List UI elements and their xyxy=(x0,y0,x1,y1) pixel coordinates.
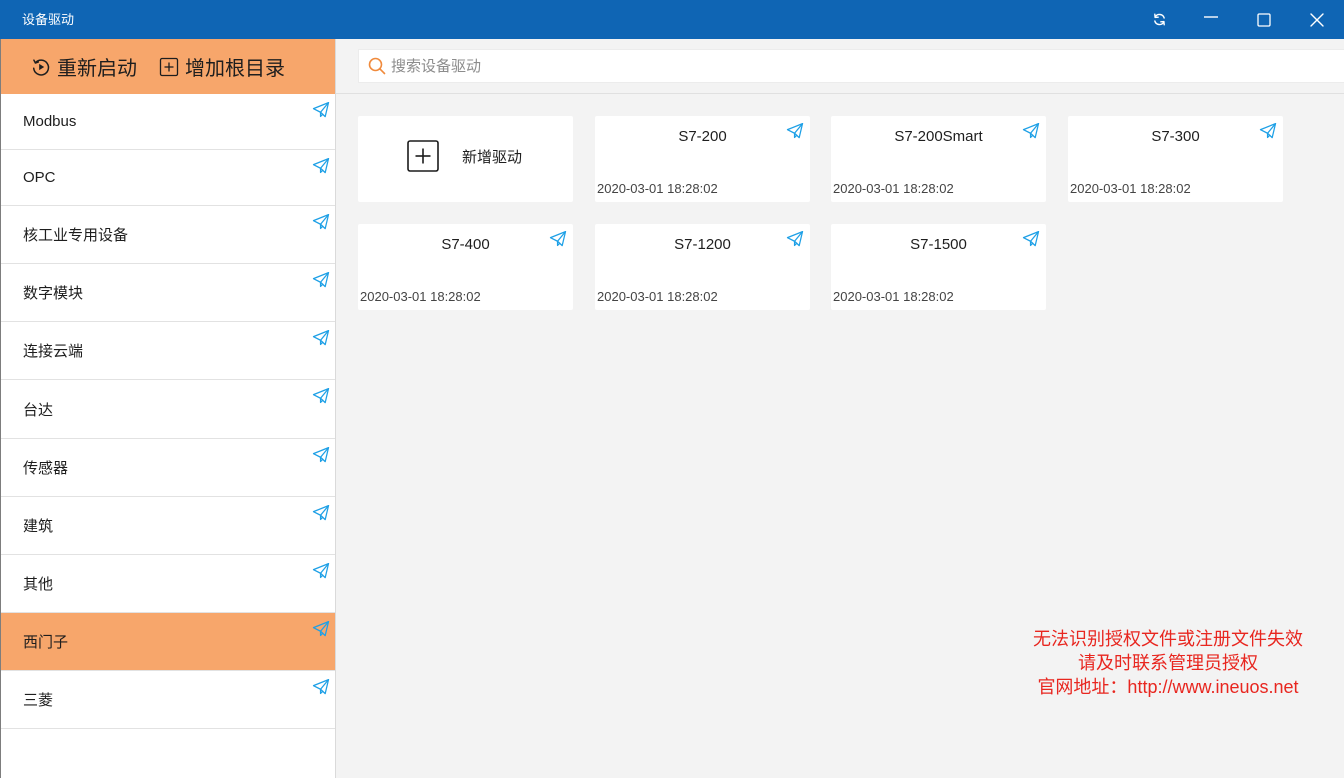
sidebar-item-delta[interactable]: 台达 xyxy=(1,380,335,439)
driver-date: 2020-03-01 18:28:02 xyxy=(360,289,481,304)
driver-name: S7-200 xyxy=(678,128,727,145)
paper-plane-icon[interactable] xyxy=(312,504,330,522)
sidebar-item-label: 其他 xyxy=(23,576,54,593)
driver-date: 2020-03-01 18:28:02 xyxy=(597,289,718,304)
sidebar-item-mitsubishi[interactable]: 三菱 xyxy=(1,671,335,729)
driver-date: 2020-03-01 18:28:02 xyxy=(833,181,954,196)
minimize-button[interactable] xyxy=(1191,0,1231,39)
paper-plane-icon[interactable] xyxy=(312,678,330,696)
paper-plane-icon[interactable] xyxy=(312,562,330,580)
add-driver-card[interactable]: 新增驱动 xyxy=(358,116,573,202)
sidebar-item-other[interactable]: 其他 xyxy=(1,555,335,613)
sidebar-item-nuclear-industry-equipment[interactable]: 核工业专用设备 xyxy=(1,206,335,264)
driver-card-s7-400[interactable]: S7-400 2020-03-01 18:28:02 xyxy=(358,224,573,310)
sidebar-item-label: 台达 xyxy=(23,401,54,419)
sidebar-item-opc[interactable]: OPC xyxy=(1,150,335,206)
sidebar-item-modbus[interactable]: Modbus xyxy=(1,94,335,150)
paper-plane-icon[interactable] xyxy=(786,230,804,248)
paper-plane-icon[interactable] xyxy=(312,101,330,119)
paper-plane-icon[interactable] xyxy=(312,446,330,464)
refresh-icon xyxy=(1153,13,1165,26)
add-root-directory-button[interactable]: 增加根目录 xyxy=(159,39,285,94)
paper-plane-icon[interactable] xyxy=(1022,230,1040,248)
restart-label: 重新启动 xyxy=(57,58,137,80)
sidebar: 重新启动 增加根目录 Modbus OPC 核工业专用设备 数字模块 连接云端 … xyxy=(0,39,336,778)
maximize-icon xyxy=(1257,12,1271,27)
add-square-icon xyxy=(159,57,179,76)
driver-card-s7-1200[interactable]: S7-1200 2020-03-01 18:28:02 xyxy=(595,224,810,310)
add-root-label: 增加根目录 xyxy=(185,58,285,80)
driver-name: S7-1500 xyxy=(910,236,967,253)
sidebar-item-label: 传感器 xyxy=(23,460,69,477)
sidebar-item-sensor[interactable]: 传感器 xyxy=(1,439,335,497)
minimize-icon xyxy=(1204,15,1218,18)
paper-plane-icon[interactable] xyxy=(1022,122,1040,140)
driver-card-s7-300[interactable]: S7-300 2020-03-01 18:28:02 xyxy=(1068,116,1283,202)
paper-plane-icon[interactable] xyxy=(312,157,330,175)
paper-plane-icon[interactable] xyxy=(312,271,330,289)
license-notice: 无法识别授权文件或注册文件失效 请及时联系管理员授权 官网地址：http://w… xyxy=(1000,627,1336,699)
main-panel: 新增驱动 S7-200 2020-03-01 18:28:02 S7-200Sm… xyxy=(336,39,1344,778)
maximize-button[interactable] xyxy=(1244,0,1284,39)
driver-card-s7-200smart[interactable]: S7-200Smart 2020-03-01 18:28:02 xyxy=(831,116,1046,202)
sidebar-item-label: 数字模块 xyxy=(23,285,84,302)
driver-name: S7-1200 xyxy=(674,236,731,253)
paper-plane-icon[interactable] xyxy=(312,620,330,638)
paper-plane-icon[interactable] xyxy=(1259,122,1277,140)
sidebar-item-siemens[interactable]: 西门子 xyxy=(1,613,335,671)
category-list: Modbus OPC 核工业专用设备 数字模块 连接云端 台达 传感器 建筑 其… xyxy=(1,94,335,729)
search-input[interactable] xyxy=(391,51,1291,81)
search-box[interactable] xyxy=(358,49,1344,83)
add-square-icon xyxy=(407,140,439,172)
driver-date: 2020-03-01 18:28:02 xyxy=(1070,181,1191,196)
sidebar-item-building[interactable]: 建筑 xyxy=(1,497,335,555)
close-button[interactable] xyxy=(1297,0,1337,39)
sidebar-item-cloud-connect[interactable]: 连接云端 xyxy=(1,322,335,380)
search-bar xyxy=(336,39,1344,94)
driver-card-s7-1500[interactable]: S7-1500 2020-03-01 18:28:02 xyxy=(831,224,1046,310)
close-icon xyxy=(1310,12,1324,27)
paper-plane-icon[interactable] xyxy=(312,387,330,405)
paper-plane-icon[interactable] xyxy=(549,230,567,248)
driver-date: 2020-03-01 18:28:02 xyxy=(833,289,954,304)
license-notice-url-line: 官网地址：http://www.ineuos.net xyxy=(1037,677,1299,697)
window-title: 设备驱动 xyxy=(22,12,75,27)
sidebar-item-label: 三菱 xyxy=(23,692,54,709)
sidebar-item-label: 西门子 xyxy=(23,634,69,651)
search-icon xyxy=(368,57,386,75)
refresh-button[interactable] xyxy=(1139,0,1179,39)
license-notice-line: 无法识别授权文件或注册文件失效 xyxy=(1033,629,1303,649)
paper-plane-icon[interactable] xyxy=(312,329,330,347)
sidebar-item-label: OPC xyxy=(23,169,56,186)
driver-name: S7-400 xyxy=(441,236,490,253)
sidebar-item-label: 核工业专用设备 xyxy=(23,227,129,244)
driver-date: 2020-03-01 18:28:02 xyxy=(597,181,718,196)
sidebar-item-label: 连接云端 xyxy=(23,343,84,360)
driver-name: S7-200Smart xyxy=(894,128,983,145)
sidebar-toolbar: 重新启动 增加根目录 xyxy=(1,39,335,94)
license-notice-line: 请及时联系管理员授权 xyxy=(1078,653,1258,673)
restart-button[interactable]: 重新启动 xyxy=(31,39,137,94)
driver-name: S7-300 xyxy=(1151,128,1200,145)
sidebar-item-label: Modbus xyxy=(23,113,77,130)
paper-plane-icon[interactable] xyxy=(312,213,330,231)
add-driver-label: 新增驱动 xyxy=(462,149,523,166)
sidebar-item-label: 建筑 xyxy=(23,518,54,535)
paper-plane-icon[interactable] xyxy=(786,122,804,140)
sidebar-item-digital-module[interactable]: 数字模块 xyxy=(1,264,335,322)
restart-icon xyxy=(32,58,50,76)
driver-card-s7-200[interactable]: S7-200 2020-03-01 18:28:02 xyxy=(595,116,810,202)
title-bar[interactable]: 设备驱动 xyxy=(0,0,1344,39)
